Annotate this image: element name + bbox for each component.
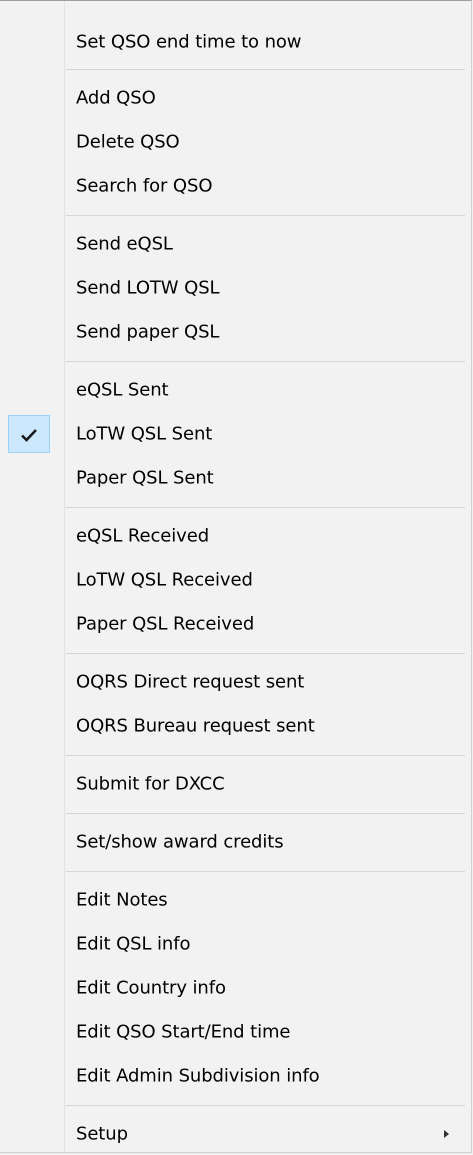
- menu-separator: [66, 755, 465, 756]
- menu-item-label: Edit QSL info: [76, 933, 191, 955]
- menu-item-eqsl-sent[interactable]: eQSL Sent: [0, 369, 471, 411]
- menu-item-label: OQRS Direct request sent: [76, 671, 305, 693]
- menu-item-label: OQRS Bureau request sent: [76, 715, 315, 737]
- menu-separator: [66, 507, 465, 508]
- menu-item-label: Paper QSL Sent: [76, 467, 214, 489]
- menu-item-edit-country-info[interactable]: Edit Country info: [0, 967, 471, 1009]
- menu-item-edit-qsl-info[interactable]: Edit QSL info: [0, 923, 471, 965]
- menu-item-label: Set QSO end time to now: [76, 31, 302, 53]
- menu-item-add-qso[interactable]: Add QSO: [0, 77, 471, 119]
- menu-item-set-qso-end-time[interactable]: Set QSO end time to now: [0, 21, 471, 63]
- menu-separator: [66, 1105, 465, 1106]
- menu-item-oqrs-direct-request[interactable]: OQRS Direct request sent: [0, 661, 471, 703]
- menu-item-send-eqsl[interactable]: Send eQSL: [0, 223, 471, 265]
- menu-item-label: eQSL Sent: [76, 379, 169, 401]
- menu-item-label: Set/show award credits: [76, 831, 284, 853]
- menu-item-search-qso[interactable]: Search for QSO: [0, 165, 471, 207]
- menu-item-label: Add QSO: [76, 87, 156, 109]
- menu-item-label: Submit for DXCC: [76, 773, 225, 795]
- menu-item-paper-qsl-received[interactable]: Paper QSL Received: [0, 603, 471, 645]
- menu-item-label: Edit Notes: [76, 889, 168, 911]
- menu-item-label: Paper QSL Received: [76, 613, 255, 635]
- menu-item-label: Edit Country info: [76, 977, 226, 999]
- menu-separator: [66, 215, 465, 216]
- menu-item-label: Send paper QSL: [76, 321, 220, 343]
- menu-item-delete-qso[interactable]: Delete QSO: [0, 121, 471, 163]
- menu-item-award-credits[interactable]: Set/show award credits: [0, 821, 471, 863]
- menu-item-send-lotw-qsl[interactable]: Send LOTW QSL: [0, 267, 471, 309]
- menu-item-label: Send eQSL: [76, 233, 173, 255]
- menu-item-setup[interactable]: Setup: [0, 1113, 471, 1155]
- menu-item-paper-qsl-sent[interactable]: Paper QSL Sent: [0, 457, 471, 499]
- menu-item-label: LoTW QSL Received: [76, 569, 253, 591]
- menu-item-lotw-qsl-sent[interactable]: LoTW QSL Sent: [0, 413, 471, 455]
- context-menu: Set QSO end time to now Add QSO Delete Q…: [0, 0, 472, 1153]
- menu-item-label: Setup: [76, 1123, 128, 1145]
- menu-item-edit-notes[interactable]: Edit Notes: [0, 879, 471, 921]
- menu-separator: [66, 813, 465, 814]
- menu-separator: [66, 361, 465, 362]
- menu-item-eqsl-received[interactable]: eQSL Received: [0, 515, 471, 557]
- menu-item-edit-admin-subdivision[interactable]: Edit Admin Subdivision info: [0, 1055, 471, 1097]
- menu-item-label: Send LOTW QSL: [76, 277, 220, 299]
- menu-item-lotw-qsl-received[interactable]: LoTW QSL Received: [0, 559, 471, 601]
- menu-item-label: Edit Admin Subdivision info: [76, 1065, 320, 1087]
- menu-separator: [66, 653, 465, 654]
- menu-item-oqrs-bureau-request[interactable]: OQRS Bureau request sent: [0, 705, 471, 747]
- menu-item-label: Search for QSO: [76, 175, 213, 197]
- menu-separator: [66, 871, 465, 872]
- menu-item-edit-qso-start-end-time[interactable]: Edit QSO Start/End time: [0, 1011, 471, 1053]
- menu-item-label: Edit QSO Start/End time: [76, 1021, 291, 1043]
- menu-item-send-paper-qsl[interactable]: Send paper QSL: [0, 311, 471, 353]
- menu-separator: [66, 69, 465, 70]
- menu-item-label: eQSL Received: [76, 525, 210, 547]
- menu-item-label: Delete QSO: [76, 131, 180, 153]
- menu-item-label: LoTW QSL Sent: [76, 423, 213, 445]
- submenu-arrow-icon: [444, 1130, 449, 1138]
- checkmark-icon: [8, 415, 50, 453]
- menu-item-submit-dxcc[interactable]: Submit for DXCC: [0, 763, 471, 805]
